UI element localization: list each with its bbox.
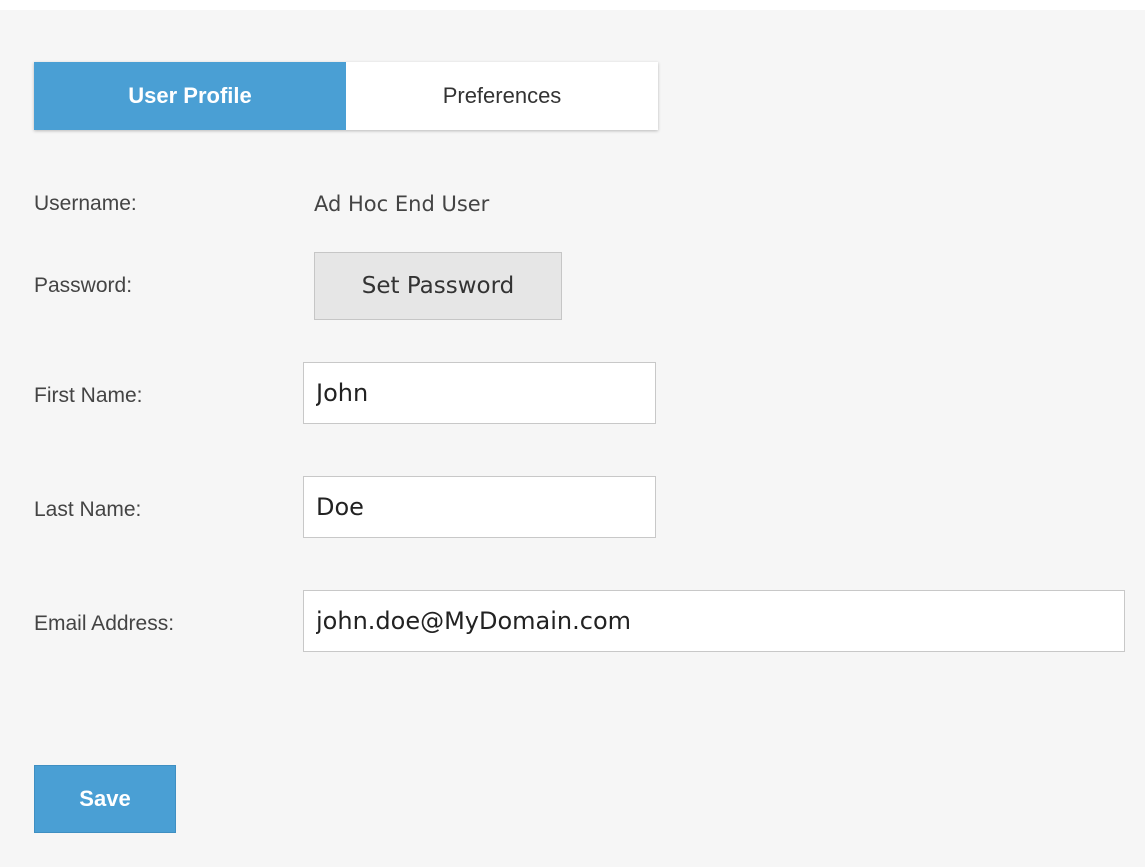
tab-preferences[interactable]: Preferences (346, 62, 658, 130)
first-name-input[interactable] (303, 362, 656, 424)
password-label: Password: (34, 274, 133, 297)
profile-panel: User Profile Preferences Username: Ad Ho… (0, 10, 1145, 867)
tab-preferences-label: Preferences (442, 83, 562, 108)
profile-tabs: User Profile Preferences (34, 62, 658, 130)
tab-user-profile-label: User Profile (128, 83, 252, 108)
email-input[interactable] (303, 590, 1125, 652)
first-name-label: First Name: (34, 384, 143, 407)
last-name-input[interactable] (303, 476, 656, 538)
username-value: Ad Hoc End User (314, 192, 490, 216)
save-button[interactable]: Save (34, 765, 176, 833)
tab-user-profile[interactable]: User Profile (34, 62, 346, 130)
username-label: Username: (34, 192, 137, 215)
email-label: Email Address: (34, 612, 175, 635)
last-name-label: Last Name: (34, 498, 142, 521)
set-password-button[interactable]: Set Password (314, 252, 562, 320)
